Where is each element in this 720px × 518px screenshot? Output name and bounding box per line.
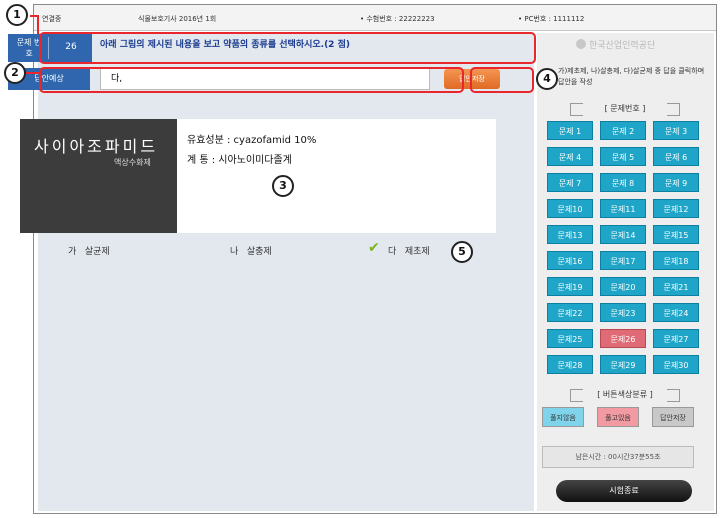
question-button-1[interactable]: 문제 1 xyxy=(547,121,593,140)
question-button-29[interactable]: 문제29 xyxy=(600,355,646,374)
question-button-23[interactable]: 문제23 xyxy=(600,303,646,322)
choice-letter: 나 xyxy=(230,247,239,257)
question-button-7[interactable]: 문제 7 xyxy=(547,173,593,192)
question-button-6[interactable]: 문제 6 xyxy=(653,147,699,166)
marker-1-leader xyxy=(37,15,39,34)
legend-unanswered: 풀지않음 xyxy=(542,407,584,427)
question-button-20[interactable]: 문제20 xyxy=(600,277,646,296)
marker-3: 3 xyxy=(272,175,294,197)
product-name: 사이아조파미드 xyxy=(34,137,159,156)
top-bar: 연결중 식물보호기사 2016년 1회 • 수험번호 : 22222223 • … xyxy=(34,5,716,31)
product-formulation: 액상수화제 xyxy=(114,158,151,167)
question-button-25[interactable]: 문제25 xyxy=(547,329,593,348)
logo-emblem-icon xyxy=(576,39,586,49)
chemical-family: 계 통 : 시아노이미다졸계 xyxy=(187,155,292,166)
question-button-11[interactable]: 문제11 xyxy=(600,199,646,218)
active-ingredient: 유효성분 : cyazofamid 10% xyxy=(187,135,317,146)
question-button-10[interactable]: 문제10 xyxy=(547,199,593,218)
answer-choices: 가 살균제 나 살충제 ✔ 다 제초제 xyxy=(68,240,488,260)
question-button-19[interactable]: 문제19 xyxy=(547,277,593,296)
choice-label: 살충제 xyxy=(246,247,272,257)
pc-number: • PC번호 : 1111112 xyxy=(518,15,585,23)
question-button-13[interactable]: 문제13 xyxy=(547,225,593,244)
question-button-12[interactable]: 문제12 xyxy=(653,199,699,218)
question-button-5[interactable]: 문제 5 xyxy=(600,147,646,166)
answer-hint: 가)제초제, 나)살충제, 다)살균제 중 답을 클릭하며 답안을 작성 xyxy=(558,67,705,86)
connection-status: 연결중 xyxy=(42,15,62,23)
question-button-28[interactable]: 문제28 xyxy=(547,355,593,374)
logo-text: 한국산업인력공단 xyxy=(589,41,656,51)
question-button-30[interactable]: 문제30 xyxy=(653,355,699,374)
question-button-4[interactable]: 문제 4 xyxy=(547,147,593,166)
legend-in-progress: 풀고있음 xyxy=(597,407,639,427)
question-button-9[interactable]: 문제 9 xyxy=(653,173,699,192)
choice-da[interactable]: 다 제초제 xyxy=(388,244,430,257)
checkmark-icon: ✔ xyxy=(368,240,380,256)
question-button-2[interactable]: 문제 2 xyxy=(600,121,646,140)
highlight-question-header xyxy=(39,32,536,64)
question-grid-title: [ 문제번호 ] xyxy=(570,103,680,116)
question-button-27[interactable]: 문제27 xyxy=(653,329,699,348)
legend-saved: 답안저장 xyxy=(652,407,694,427)
marker-4: 4 xyxy=(536,68,558,90)
choice-label: 살균제 xyxy=(84,247,110,257)
marker-1: 1 xyxy=(6,4,28,26)
question-button-17[interactable]: 문제17 xyxy=(600,251,646,270)
question-button-22[interactable]: 문제22 xyxy=(547,303,593,322)
exam-number: • 수험번호 : 22222223 xyxy=(360,15,435,23)
product-label-box: 사이아조파미드 액상수화제 xyxy=(20,119,177,233)
question-button-18[interactable]: 문제18 xyxy=(653,251,699,270)
question-button-8[interactable]: 문제 8 xyxy=(600,173,646,192)
question-button-26[interactable]: 문제26 xyxy=(600,329,646,348)
choice-ga[interactable]: 가 살균제 xyxy=(68,244,110,257)
highlight-save-button xyxy=(470,67,534,93)
question-button-3[interactable]: 문제 3 xyxy=(653,121,699,140)
question-button-21[interactable]: 문제21 xyxy=(653,277,699,296)
choice-na[interactable]: 나 살충제 xyxy=(230,244,272,257)
question-content: 사이아조파미드 액상수화제 유효성분 : cyazofamid 10% 계 통 … xyxy=(20,119,496,233)
end-exam-button[interactable]: 시험종료 xyxy=(556,480,692,502)
exam-title: 식물보호기사 2016년 1회 xyxy=(138,15,217,23)
marker-5: 5 xyxy=(451,241,473,263)
marker-2: 2 xyxy=(4,62,26,84)
remaining-time: 남은시간 : 00시간37분55초 xyxy=(542,446,694,468)
highlight-answer-field xyxy=(39,67,464,93)
question-button-24[interactable]: 문제24 xyxy=(653,303,699,322)
question-button-16[interactable]: 문제16 xyxy=(547,251,593,270)
legend-title: [ 버튼색상분류 ] xyxy=(570,389,680,402)
choice-letter: 다 xyxy=(388,247,397,257)
marker-2-leader xyxy=(24,72,39,74)
question-button-15[interactable]: 문제15 xyxy=(653,225,699,244)
hrdk-logo: 한국산업인력공단 xyxy=(576,38,655,51)
question-panel xyxy=(38,33,534,511)
question-button-14[interactable]: 문제14 xyxy=(600,225,646,244)
choice-letter: 가 xyxy=(68,247,77,257)
choice-label: 제초제 xyxy=(404,247,430,257)
